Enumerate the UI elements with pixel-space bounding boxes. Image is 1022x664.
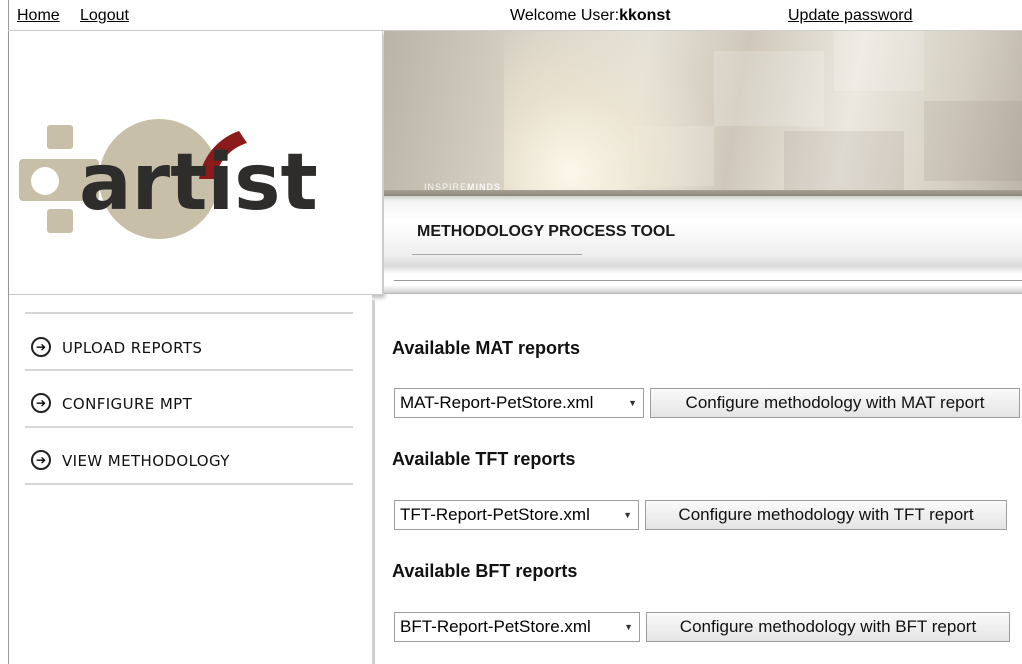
tft-reports-title: Available TFT reports [392, 449, 576, 469]
sidebar-item-upload-reports[interactable]: ➔ UPLOAD REPORTS [25, 331, 353, 365]
configure-bft-button[interactable]: Configure methodology with BFT report [646, 612, 1010, 642]
sidebar-item-configure-mpt[interactable]: ➔ CONFIGURE MPT [25, 387, 353, 421]
home-link[interactable]: Home [17, 7, 60, 25]
title-underline [412, 254, 582, 255]
artist-logo: artist [19, 119, 318, 239]
configure-mat-button[interactable]: Configure methodology with MAT report [650, 388, 1020, 418]
logo-text: artist [79, 138, 318, 228]
sidebar-divider [25, 369, 353, 371]
sidebar-item-label: CONFIGURE MPT [62, 395, 193, 413]
mat-report-selected: MAT-Report-PetStore.xml [400, 393, 594, 412]
bft-reports-title: Available BFT reports [392, 561, 578, 581]
logout-link[interactable]: Logout [80, 7, 129, 25]
header-banner-image: INSPIREMINDS [384, 31, 1022, 196]
title-subbar [384, 266, 1022, 294]
page-title: METHODOLOGY PROCESS TOOL [417, 223, 676, 240]
welcome-prefix: Welcome User: [510, 7, 620, 24]
top-navigation-bar: Home Logout Welcome User:kkonst Update p… [0, 0, 1022, 30]
arrow-circle-right-icon: ➔ [31, 337, 51, 357]
sidebar-divider [25, 426, 353, 428]
configure-tft-button[interactable]: Configure methodology with TFT report [645, 500, 1007, 530]
tft-report-select[interactable]: TFT-Report-PetStore.xml ▼ [394, 500, 639, 530]
mat-reports-title: Available MAT reports [392, 338, 581, 358]
bft-report-select[interactable]: BFT-Report-PetStore.xml ▼ [394, 612, 640, 642]
sidebar-item-label: UPLOAD REPORTS [62, 339, 203, 357]
bft-report-selected: BFT-Report-PetStore.xml [400, 617, 591, 636]
sidebar-item-label: VIEW METHODOLOGY [62, 452, 230, 470]
dropdown-arrow-icon: ▼ [623, 510, 632, 520]
update-password-link[interactable]: Update password [788, 7, 913, 25]
sidebar: ➔ UPLOAD REPORTS ➔ CONFIGURE MPT ➔ VIEW … [9, 295, 372, 664]
title-bar: METHODOLOGY PROCESS TOOL [384, 196, 1022, 266]
logo-panel: artist [9, 31, 383, 295]
sidebar-item-view-methodology[interactable]: ➔ VIEW METHODOLOGY [25, 444, 353, 478]
dropdown-arrow-icon: ▼ [628, 398, 637, 408]
sidebar-divider [25, 312, 353, 314]
username: kkonst [619, 7, 671, 24]
sidebar-divider [25, 483, 353, 485]
welcome-message: Welcome User:kkonst [510, 7, 671, 25]
mat-report-select[interactable]: MAT-Report-PetStore.xml ▼ [394, 388, 644, 418]
sidebar-border [372, 300, 375, 664]
arrow-circle-right-icon: ➔ [31, 450, 51, 470]
dropdown-arrow-icon: ▼ [624, 622, 633, 632]
tft-report-selected: TFT-Report-PetStore.xml [400, 505, 590, 524]
arrow-circle-right-icon: ➔ [31, 393, 51, 413]
